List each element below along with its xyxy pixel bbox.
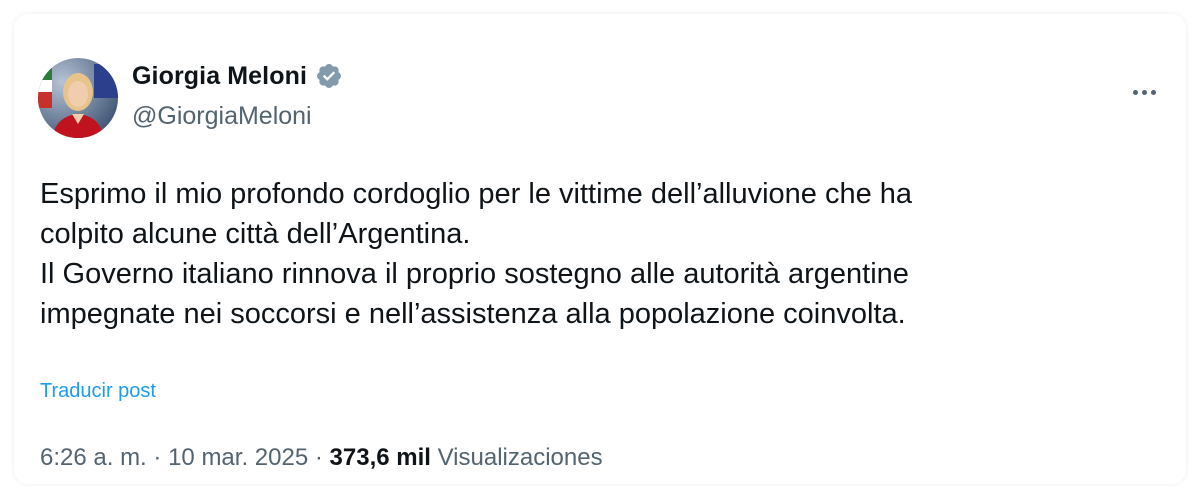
more-horizontal-icon [1141,89,1147,95]
author-handle[interactable]: @GiorgiaMeloni [132,102,312,131]
tweet-text-line: Il Governo italiano rinnova il proprio s… [40,258,909,290]
more-options-button[interactable] [1118,76,1170,108]
more-horizontal-icon [1132,89,1138,95]
meta-separator: · [153,444,162,471]
post-time[interactable]: 6:26 a. m. [40,444,147,471]
translate-post-link[interactable]: Traducir post [40,380,156,403]
tweet-text: Esprimo il mio profondo cordoglio per le… [40,174,1160,334]
tweet-text-line: Esprimo il mio profondo cordoglio per le… [40,178,913,210]
author-name[interactable]: Giorgia Meloni [132,62,307,91]
tweet-card: Giorgia Meloni @GiorgiaMeloni Esprimo il… [14,14,1186,484]
author-name-row: Giorgia Meloni [132,58,343,94]
more-horizontal-icon [1150,89,1156,95]
verified-badge-icon[interactable] [315,62,343,90]
tweet-text-line: colpito alcune città dell’Argentina. [40,218,471,250]
post-date[interactable]: 10 mar. 2025 [168,444,308,471]
tweet-meta: 6:26 a. m. · 10 mar. 2025 · 373,6 mil Vi… [40,444,603,472]
avatar[interactable] [38,58,118,138]
views-label: Visualizaciones [437,444,603,471]
views-count: 373,6 mil [329,444,431,471]
tweet-text-line: impegnate nei soccorsi e nell’assistenza… [40,298,906,330]
meta-separator: · [314,444,323,471]
avatar-photo [38,58,118,138]
